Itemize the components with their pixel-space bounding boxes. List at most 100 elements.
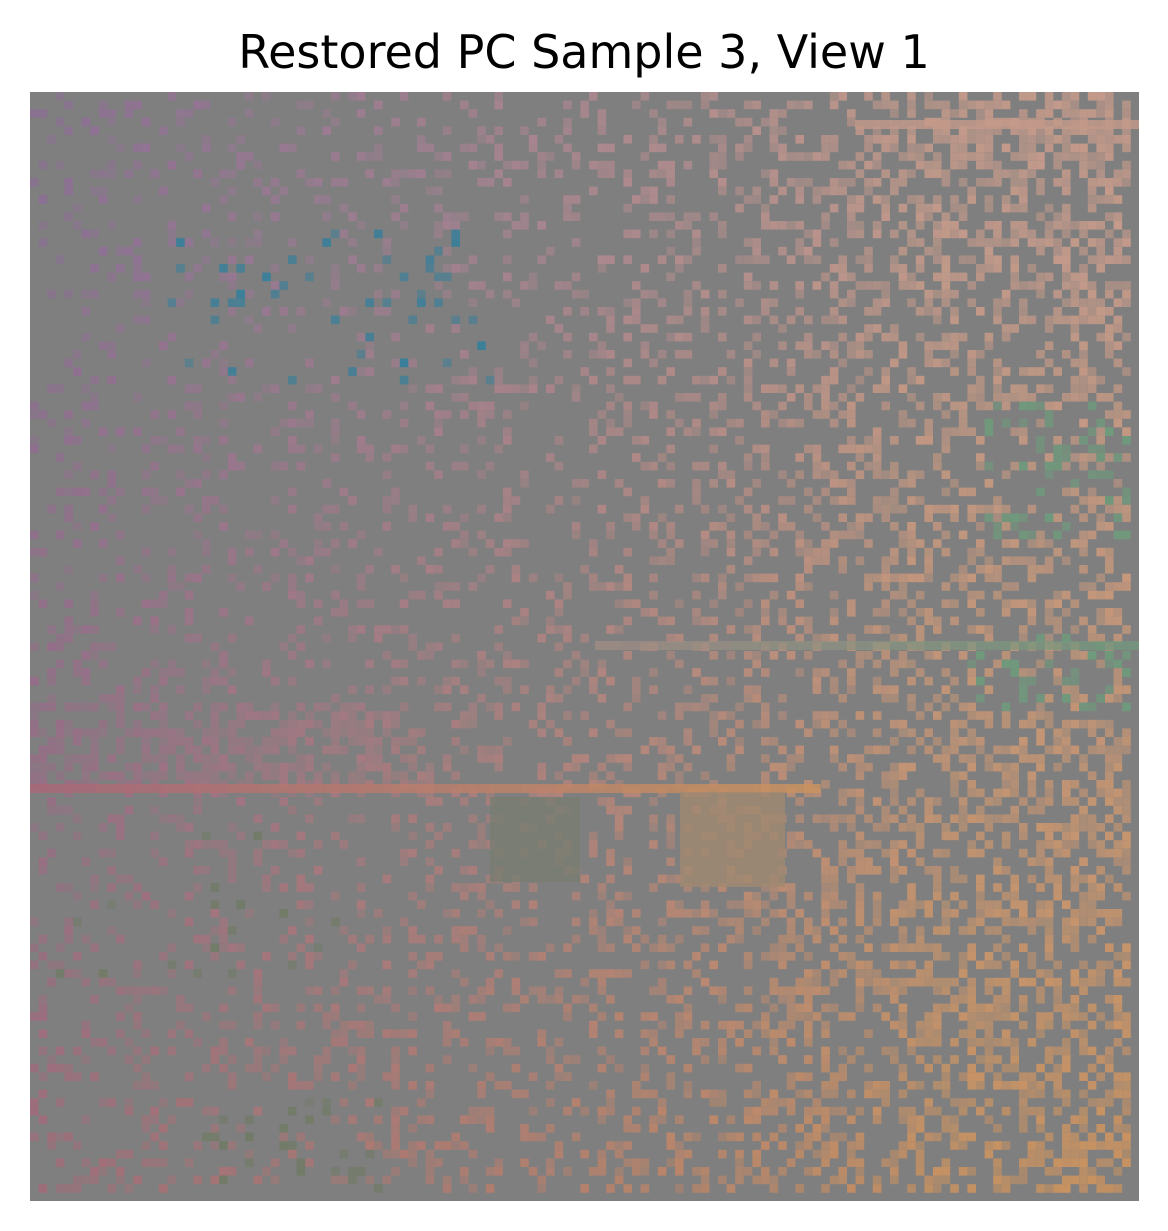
point-pixel (976, 831, 985, 841)
point-pixel (718, 573, 727, 583)
point-pixel (1019, 513, 1028, 522)
point-pixel (305, 1081, 314, 1090)
point-pixel (1087, 1141, 1097, 1150)
point-pixel (881, 1046, 890, 1056)
point-pixel (864, 745, 873, 755)
point-pixel (958, 926, 968, 935)
point-pixel (821, 891, 830, 901)
point-pixel (1105, 1046, 1114, 1056)
point-pixel (632, 1106, 641, 1116)
point-pixel (425, 565, 435, 574)
point-pixel (804, 152, 813, 161)
point-pixel (976, 590, 985, 600)
point-pixel (193, 866, 202, 875)
point-pixel (1105, 848, 1114, 858)
point-pixel (666, 461, 675, 471)
point-pixel (881, 375, 890, 385)
point-pixel (494, 676, 503, 686)
point-pixel (657, 453, 667, 462)
point-pixel (1096, 745, 1105, 755)
point-pixel (743, 367, 753, 376)
point-pixel (425, 264, 435, 273)
point-pixel (1122, 410, 1131, 419)
point-pixel (1019, 694, 1028, 703)
point-pixel (1087, 900, 1097, 909)
point-pixel (847, 608, 856, 617)
point-pixel (425, 461, 435, 471)
point-pixel (1010, 427, 1019, 436)
point-pixel (141, 728, 151, 737)
point-pixel (718, 986, 727, 995)
point-pixel (219, 934, 228, 944)
point-pixel (666, 831, 675, 841)
point-pixel (1096, 788, 1105, 798)
point-pixel (1096, 453, 1105, 462)
point-pixel (554, 1063, 564, 1073)
point-pixel (193, 436, 202, 445)
point-pixel (1001, 831, 1011, 841)
point-pixel (64, 436, 73, 445)
point-pixel (279, 934, 288, 944)
point-pixel (752, 1158, 761, 1167)
point-pixel (1062, 298, 1071, 307)
point-pixel (958, 1132, 968, 1142)
point-pixel (1027, 952, 1037, 961)
point-pixel (1079, 367, 1088, 376)
point-pixel (417, 934, 426, 944)
point-pixel (898, 272, 908, 282)
point-pixel (683, 350, 693, 359)
point-pixel (743, 891, 753, 901)
point-pixel (1122, 797, 1131, 806)
point-pixel (159, 1184, 168, 1193)
point-pixel (442, 1055, 452, 1064)
point-pixel (761, 917, 770, 927)
point-pixel (752, 186, 761, 196)
point-pixel (528, 272, 538, 282)
point-pixel (752, 444, 761, 454)
point-pixel (1105, 504, 1114, 514)
point-pixel (589, 1029, 598, 1038)
point-pixel (270, 840, 280, 849)
point-pixel (855, 152, 865, 161)
point-pixel (288, 401, 297, 411)
point-pixel (1019, 186, 1028, 196)
point-pixel (382, 255, 392, 264)
point-pixel (236, 745, 245, 755)
point-pixel (1019, 143, 1028, 153)
point-pixel (1036, 350, 1045, 359)
point-pixel (1019, 401, 1028, 411)
point-pixel (494, 909, 503, 918)
point-pixel (984, 797, 994, 806)
point-pixel (90, 186, 99, 196)
point-pixel (1053, 1072, 1062, 1081)
point-pixel (1010, 255, 1019, 264)
point-pixel (649, 986, 658, 995)
point-pixel (1122, 943, 1131, 952)
point-pixel (451, 926, 460, 935)
point-pixel (614, 599, 624, 608)
point-pixel (838, 1132, 847, 1142)
point-pixel (511, 977, 521, 987)
point-pixel (915, 668, 925, 677)
point-pixel (1036, 1149, 1045, 1159)
point-pixel (614, 823, 624, 832)
point-pixel (890, 100, 899, 110)
point-pixel (399, 771, 409, 780)
point-pixel (752, 238, 761, 247)
point-pixel (941, 504, 951, 514)
point-pixel (804, 969, 813, 978)
point-pixel (356, 367, 366, 376)
point-pixel (1010, 203, 1019, 213)
horizontal-streak (30, 784, 64, 793)
point-pixel (1062, 487, 1071, 497)
point-pixel (227, 926, 237, 935)
point-pixel (709, 1098, 718, 1107)
point-pixel (984, 221, 994, 230)
point-pixel (1079, 1115, 1088, 1124)
point-pixel (872, 1184, 882, 1193)
point-pixel (374, 625, 383, 634)
point-pixel (743, 504, 753, 514)
point-pixel (554, 1141, 564, 1150)
point-pixel (786, 883, 796, 892)
point-pixel (1087, 427, 1097, 436)
